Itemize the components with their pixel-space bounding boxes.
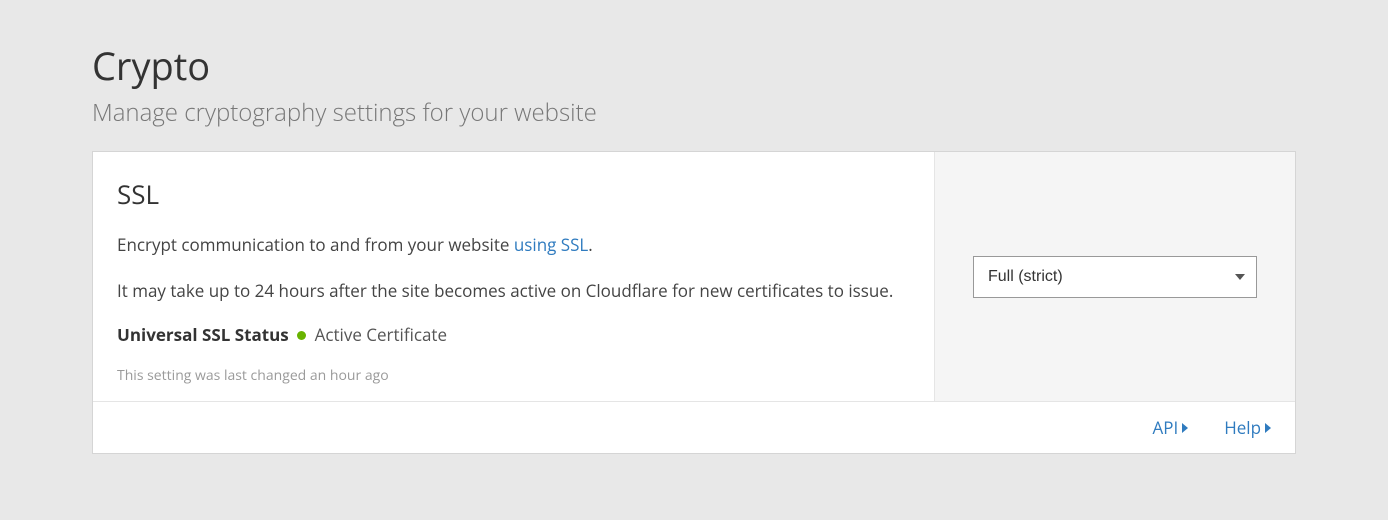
caret-right-icon bbox=[1265, 423, 1271, 433]
section-title-ssl: SSL bbox=[117, 176, 910, 212]
api-link-label: API bbox=[1152, 416, 1178, 439]
ssl-card: SSL Encrypt communication to and from yo… bbox=[92, 151, 1296, 454]
card-footer: API Help bbox=[93, 401, 1295, 453]
ssl-desc1-suffix: . bbox=[588, 233, 592, 256]
ssl-description-1: Encrypt communication to and from your w… bbox=[117, 232, 910, 258]
page-subtitle: Manage cryptography settings for your we… bbox=[92, 96, 1296, 129]
help-link[interactable]: Help bbox=[1224, 416, 1271, 439]
api-link[interactable]: API bbox=[1152, 416, 1188, 439]
page-title: Crypto bbox=[92, 40, 1296, 92]
ssl-mode-select-wrap: Full (strict) bbox=[973, 256, 1257, 298]
status-dot-icon bbox=[297, 331, 306, 340]
card-aside: Full (strict) bbox=[935, 152, 1295, 401]
card-main: SSL Encrypt communication to and from yo… bbox=[93, 152, 935, 401]
ssl-status-value: Active Certificate bbox=[315, 323, 447, 346]
ssl-description-2: It may take up to 24 hours after the sit… bbox=[117, 278, 910, 304]
ssl-mode-select[interactable]: Full (strict) bbox=[973, 256, 1257, 298]
help-link-label: Help bbox=[1224, 416, 1261, 439]
card-body: SSL Encrypt communication to and from yo… bbox=[93, 152, 1295, 401]
ssl-status-label: Universal SSL Status bbox=[117, 323, 289, 346]
ssl-status-line: Universal SSL Status Active Certificate bbox=[117, 323, 910, 346]
last-changed-text: This setting was last changed an hour ag… bbox=[117, 366, 910, 385]
caret-right-icon bbox=[1182, 423, 1188, 433]
using-ssl-link[interactable]: using SSL bbox=[514, 233, 588, 256]
ssl-desc1-prefix: Encrypt communication to and from your w… bbox=[117, 233, 514, 256]
